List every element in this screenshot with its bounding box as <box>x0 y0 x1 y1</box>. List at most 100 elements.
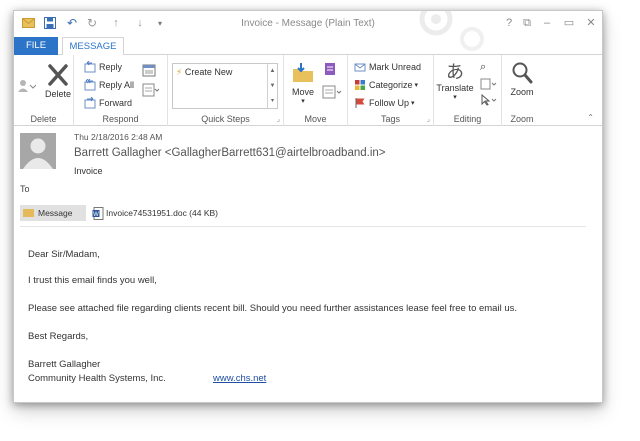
sender-avatar <box>20 133 56 169</box>
ribbon-group-respond: Reply Reply All Forward Respond <box>74 55 168 126</box>
more-respond-icon[interactable] <box>142 83 160 102</box>
zoom-label: Zoom <box>510 87 534 97</box>
ribbon-group-editing: あ Translate ▾ ⌕ Editing <box>434 55 502 126</box>
find-icon[interactable]: ⌕ <box>480 61 486 74</box>
translate-label: Translate <box>436 83 474 93</box>
body-closing: Best Regards, <box>28 331 89 342</box>
ribbon-display-options-icon[interactable]: ⧉ <box>518 15 536 31</box>
move-button[interactable]: Move ▾ <box>288 61 318 105</box>
svg-text:W: W <box>93 212 99 218</box>
ribbon: Delete Delete Reply Reply All Forward Re… <box>14 55 602 126</box>
translate-dropdown-icon: ▾ <box>453 94 457 101</box>
reply-icon <box>84 61 96 73</box>
ribbon-group-quick-steps: ⚡ Create New ▲ ▼ ▾ Quick Steps ⌟ <box>168 55 284 126</box>
follow-up-button[interactable]: Follow Up ▾ <box>354 97 415 109</box>
envelope-icon <box>23 209 34 217</box>
sender-address[interactable]: Barrett Gallagher <GallagherBarrett631@a… <box>74 147 386 159</box>
group-label-move: Move <box>304 114 327 124</box>
body-line-1: I trust this email finds you well, <box>28 275 157 286</box>
meeting-icon[interactable] <box>142 63 156 82</box>
to-label: To <box>20 184 30 194</box>
categorize-button[interactable]: Categorize ▾ <box>354 79 418 91</box>
move-dropdown-icon: ▾ <box>301 98 305 105</box>
signature-name: Barrett Gallagher <box>28 359 101 370</box>
close-button[interactable]: ✕ <box>582 15 600 31</box>
forward-icon <box>84 97 96 109</box>
magnifier-icon <box>512 62 533 84</box>
delete-button[interactable]: Delete <box>44 63 72 99</box>
collapse-ribbon-icon[interactable]: ⌃ <box>587 113 594 122</box>
categorize-dropdown-icon: ▾ <box>414 82 419 89</box>
ribbon-group-move: Move ▾ Move <box>284 55 348 126</box>
quick-step-label: Create New <box>184 67 233 77</box>
maximize-button[interactable]: ▭ <box>560 15 578 31</box>
ribbon-tabs: FILE MESSAGE <box>14 37 602 56</box>
group-label-zoom: Zoom <box>510 114 534 124</box>
ribbon-group-tags: Mark Unread Categorize ▾ Follow Up ▾ Tag… <box>348 55 434 126</box>
header-divider <box>20 226 586 227</box>
signature-link[interactable]: www.chs.net <box>213 373 266 384</box>
signature-company-line: Community Health Systems, Inc. www.chs.n… <box>28 373 266 384</box>
actions-icon[interactable] <box>322 85 342 104</box>
select-icon[interactable] <box>480 93 498 111</box>
tab-file[interactable]: FILE <box>14 37 58 55</box>
categorize-label: Categorize <box>369 80 413 90</box>
rules-icon[interactable] <box>322 61 338 82</box>
reply-all-label: Reply All <box>99 80 135 90</box>
flag-icon <box>355 98 365 108</box>
move-folder-icon <box>293 63 313 82</box>
forward-label: Forward <box>99 98 133 108</box>
reply-all-button[interactable]: Reply All <box>84 79 134 91</box>
gallery-expand-icon[interactable]: ▾ <box>267 94 277 109</box>
move-label: Move <box>291 87 314 97</box>
forward-button[interactable]: Forward <box>84 97 132 109</box>
message-tab[interactable]: Message <box>20 205 86 221</box>
person-icon <box>23 138 53 169</box>
zoom-button[interactable]: Zoom <box>504 61 540 97</box>
delete-icon <box>48 64 68 86</box>
gallery-scroll-up-icon[interactable]: ▲ <box>267 64 277 79</box>
title-bar: ↶ ↻ ↑ ↓ ▾ Invoice - Message (Plain Text)… <box>14 11 602 51</box>
body-line-2: Please see attached file regarding clien… <box>28 303 518 314</box>
follow-up-label: Follow Up <box>369 98 410 108</box>
reply-all-icon <box>84 79 96 91</box>
group-label-quick-steps: Quick Steps <box>201 114 250 124</box>
dialog-launcher-icon[interactable]: ⌟ <box>277 115 280 123</box>
message-tab-label: Message <box>38 208 73 218</box>
group-label-delete: Delete <box>30 114 57 124</box>
sent-datetime: Thu 2/18/2016 2:48 AM <box>74 132 163 142</box>
quick-steps-gallery: ⚡ Create New ▲ ▼ ▾ <box>172 63 278 109</box>
tab-message[interactable]: MESSAGE <box>62 37 124 56</box>
mark-unread-icon <box>354 63 366 72</box>
categorize-icon <box>355 80 365 90</box>
signature-company: Community Health Systems, Inc. <box>28 373 166 384</box>
mark-unread-label: Mark Unread <box>369 62 422 72</box>
attachment-item[interactable]: W Invoice74531951.doc (44 KB) <box>92 205 218 221</box>
delete-label: Delete <box>44 89 71 99</box>
message-subject: Invoice <box>74 166 103 176</box>
group-label-editing: Editing <box>453 114 482 124</box>
attachment-filename: Invoice74531951.doc (44 KB) <box>106 208 218 218</box>
word-document-icon: W <box>92 206 104 220</box>
lightning-icon: ⚡ <box>176 67 183 77</box>
group-label-tags: Tags <box>380 114 400 124</box>
message-header: Thu 2/18/2016 2:48 AM Barrett Gallagher … <box>14 127 602 207</box>
ribbon-group-zoom: Zoom Zoom <box>502 55 542 126</box>
mark-unread-button[interactable]: Mark Unread <box>354 61 421 73</box>
attachment-bar: Message W Invoice74531951.doc (44 KB) <box>14 203 602 223</box>
ribbon-group-delete: Delete Delete <box>14 55 74 126</box>
translate-icon: あ <box>446 62 464 82</box>
group-label-respond: Respond <box>102 114 139 124</box>
tags-dialog-launcher-icon[interactable]: ⌟ <box>427 115 430 123</box>
gallery-scroll-down-icon[interactable]: ▼ <box>267 79 277 94</box>
help-button[interactable]: ? <box>500 15 518 31</box>
reply-label: Reply <box>99 62 123 72</box>
follow-up-dropdown-icon: ▾ <box>411 100 415 107</box>
body-greeting: Dear Sir/Madam, <box>28 249 100 260</box>
quick-step-create-new[interactable]: ⚡ Create New <box>176 67 232 78</box>
outlook-message-window: ↶ ↻ ↑ ↓ ▾ Invoice - Message (Plain Text)… <box>13 10 603 403</box>
ignore-icon[interactable] <box>18 79 37 98</box>
minimize-button[interactable]: – <box>538 15 556 31</box>
reply-button[interactable]: Reply <box>84 61 122 73</box>
translate-button[interactable]: あ Translate ▾ <box>434 61 476 101</box>
